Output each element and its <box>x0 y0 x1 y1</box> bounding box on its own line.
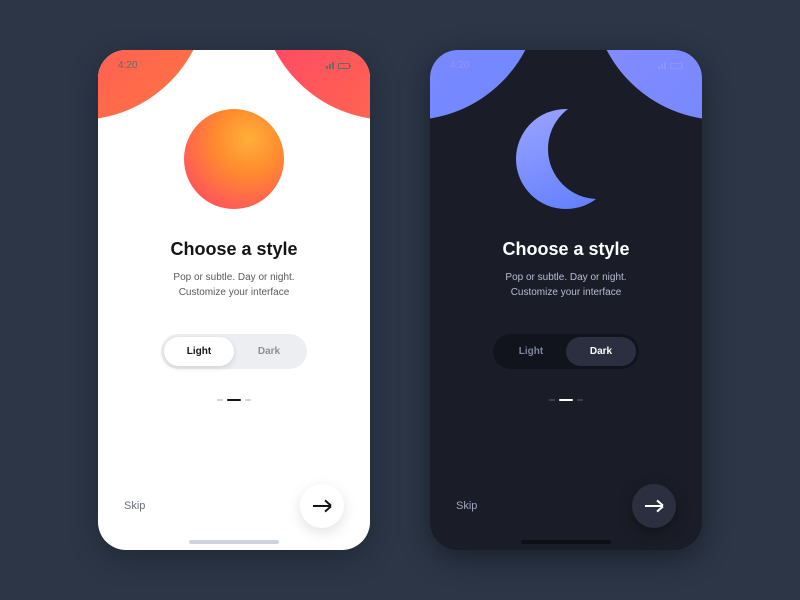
onboarding-content: Choose a style Pop or subtle. Day or nig… <box>98 71 370 401</box>
status-time: 4:20 <box>450 60 469 71</box>
page-title: Choose a style <box>170 239 297 260</box>
status-icons <box>326 62 350 69</box>
onboarding-footer: Skip <box>430 484 702 528</box>
status-bar: 4:20 <box>430 50 702 71</box>
onboarding-footer: Skip <box>98 484 370 528</box>
theme-toggle: Light Dark <box>493 334 639 369</box>
page-indicator <box>217 399 251 401</box>
theme-option-light[interactable]: Light <box>164 337 234 366</box>
sun-icon <box>184 109 284 209</box>
theme-option-dark[interactable]: Dark <box>234 337 304 366</box>
signal-icon <box>658 62 666 69</box>
status-icons <box>658 62 682 69</box>
arrow-right-icon <box>645 505 663 507</box>
battery-icon <box>338 63 350 69</box>
onboarding-content: Choose a style Pop or subtle. Day or nig… <box>430 71 702 401</box>
home-indicator <box>189 540 279 544</box>
battery-icon <box>670 63 682 69</box>
page-title: Choose a style <box>502 239 629 260</box>
theme-option-light[interactable]: Light <box>496 337 566 366</box>
theme-option-dark[interactable]: Dark <box>566 337 636 366</box>
onboarding-screen-dark: 4:20 Choose a style Pop or subtle. Day o… <box>430 50 702 550</box>
page-subtitle: Pop or subtle. Day or night. Customize y… <box>505 270 626 300</box>
page-indicator <box>549 399 583 401</box>
home-indicator <box>521 540 611 544</box>
status-bar: 4:20 <box>98 50 370 71</box>
signal-icon <box>326 62 334 69</box>
skip-button[interactable]: Skip <box>456 500 477 512</box>
moon-icon <box>516 109 616 209</box>
next-button[interactable] <box>632 484 676 528</box>
theme-toggle: Light Dark <box>161 334 307 369</box>
arrow-right-icon <box>313 505 331 507</box>
next-button[interactable] <box>300 484 344 528</box>
status-time: 4:20 <box>118 60 137 71</box>
page-subtitle: Pop or subtle. Day or night. Customize y… <box>173 270 294 300</box>
onboarding-screen-light: 4:20 Choose a style Pop or subtle. Day o… <box>98 50 370 550</box>
skip-button[interactable]: Skip <box>124 500 145 512</box>
